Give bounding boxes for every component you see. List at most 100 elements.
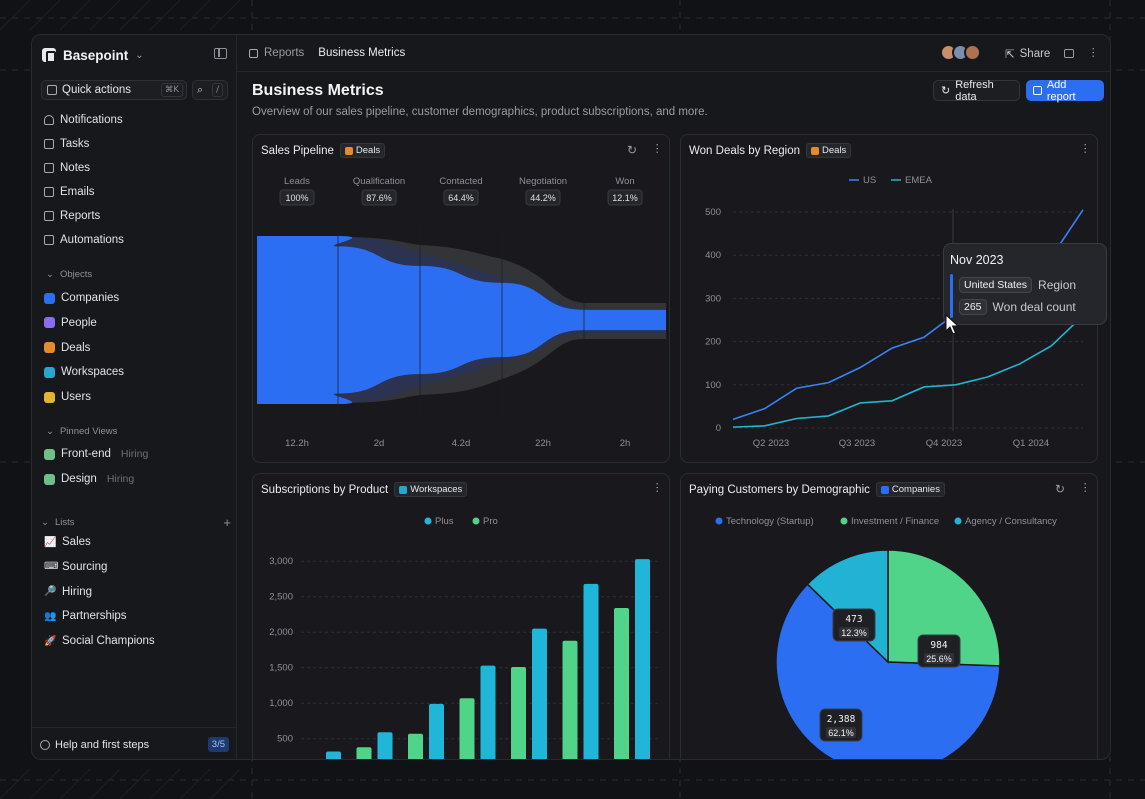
bar-plus[interactable] [480, 665, 496, 760]
slice-percent-label: 12.3% [841, 628, 867, 638]
sidebar-toggle-icon[interactable] [214, 48, 227, 59]
automation-icon [44, 235, 54, 245]
bar-plus[interactable] [429, 703, 444, 760]
pinned-view-hint: Hiring [120, 448, 149, 460]
workspace-name: Basepoint [63, 47, 129, 63]
sidebar-item-label: Tasks [60, 138, 90, 150]
sidebar-item-users[interactable]: Users [44, 388, 91, 406]
refresh-data-button[interactable]: ↻ Refresh data [933, 78, 1020, 103]
sidebar-item-label: Reports [60, 210, 101, 222]
sidebar-item-label: Notes [60, 162, 91, 174]
bar-pro[interactable] [305, 759, 320, 760]
share-icon: ⇱ [1005, 49, 1015, 61]
stage-label: Won [615, 176, 634, 187]
people-icon [44, 317, 55, 329]
sidebar-item-companies[interactable]: Companies [44, 289, 119, 307]
shortcut-badge: ⌘K [160, 83, 183, 97]
breadcrumb-reports[interactable]: Reports [264, 47, 304, 59]
sidebar-item-notes[interactable]: Notes [44, 159, 90, 177]
x-tick-label: Q3 2023 [839, 438, 875, 449]
add-report-button[interactable]: Add report [1026, 79, 1104, 103]
objects-section-header[interactable]: ⌄ Objects [46, 269, 92, 280]
collaborator-avatars[interactable] [940, 44, 981, 61]
list-item-sourcing[interactable]: ⌨ Sourcing [44, 558, 107, 576]
pinned-view-front-end[interactable]: Front-end Hiring [44, 445, 148, 463]
section-title: Pinned Views [59, 426, 118, 437]
list-item-label: Hiring [62, 585, 93, 598]
stage-percent: 12.1% [612, 193, 638, 203]
quick-actions-button[interactable]: Quick actions ⌘K [41, 80, 187, 100]
sidebar-item-workspaces[interactable]: Workspaces [44, 363, 124, 381]
person-icon [44, 473, 55, 485]
reports-icon [249, 48, 258, 58]
sidebar-item-tasks[interactable]: Tasks [44, 135, 89, 153]
stage-percent: 64.4% [448, 193, 474, 203]
bar-plus[interactable] [583, 583, 599, 760]
chevron-down-icon: ⌄ [41, 517, 49, 528]
sidebar-item-emails[interactable]: Emails [44, 183, 95, 201]
y-tick-label: 3,000 [269, 556, 293, 567]
bar-plus[interactable] [635, 559, 650, 760]
refresh-label: Refresh data [955, 78, 994, 103]
legend-swatch [954, 517, 962, 525]
bar-plus[interactable] [326, 751, 341, 760]
bell-icon [44, 115, 54, 125]
bar-pro[interactable] [511, 666, 526, 760]
breadcrumb-current: Business Metrics [318, 47, 406, 59]
list-item-social-champions[interactable]: 🚀 Social Champions [44, 632, 155, 650]
sidebar-item-reports[interactable]: Reports [44, 207, 100, 225]
tooltip-value: United States [959, 277, 1033, 293]
pinned-view-label: Design [61, 473, 97, 485]
list-item-sales[interactable]: 📈 Sales [44, 533, 91, 551]
sidebar-item-deals[interactable]: Deals [44, 339, 90, 357]
deals-icon [44, 342, 55, 354]
list-item-label: Partnerships [62, 610, 127, 623]
sidebar-item-label: Deals [61, 341, 91, 354]
sales-pipeline-chart: Leads 100% 12.2h Qualification 87.6% 2d Contac… [257, 176, 666, 449]
comments-icon[interactable] [1064, 49, 1074, 58]
page-subtitle: Overview of our sales pipeline, customer… [252, 106, 708, 118]
more-options-icon[interactable]: ⋯ [1087, 47, 1100, 57]
sidebar-item-label: People [61, 316, 97, 329]
sidebar-item-people[interactable]: People [44, 314, 97, 332]
list-item-hiring[interactable]: 🔎 Hiring [44, 583, 92, 601]
bar-pro[interactable] [408, 733, 423, 760]
legend-label: Plus [435, 516, 454, 527]
bar-pro[interactable] [562, 640, 578, 760]
list-item-partnerships[interactable]: 👥 Partnerships [44, 607, 127, 625]
bar-pro[interactable] [614, 608, 629, 760]
slice-value-label: 2,388 [827, 714, 856, 725]
bar-plus[interactable] [377, 732, 393, 760]
legend-label: Investment / Finance [851, 516, 939, 527]
y-tick-label: 100 [705, 380, 721, 391]
y-tick-label: 200 [705, 337, 721, 348]
stage-duration-label: 2h [620, 438, 631, 449]
bar-pro[interactable] [459, 698, 475, 760]
bar-plus[interactable] [532, 628, 547, 760]
pinned-view-design[interactable]: Design Hiring [44, 470, 134, 488]
pinned-section-header[interactable]: ⌄ Pinned Views [46, 426, 117, 437]
lists-section-header[interactable]: ⌄ Lists + [41, 515, 231, 530]
companies-icon [44, 292, 55, 304]
chevron-down-icon: ⌄ [135, 49, 144, 61]
legend-label: EMEA [905, 175, 933, 186]
y-tick-label: 2,500 [269, 592, 293, 603]
tooltip-series-marker [950, 274, 953, 318]
workspace-switcher[interactable]: Basepoint ⌄ [42, 45, 144, 65]
quick-actions-label: Quick actions [62, 84, 132, 96]
sidebar-item-automations[interactable]: Automations [44, 231, 124, 249]
mail-icon [44, 187, 54, 197]
help-button[interactable]: Help and first steps 3/5 [32, 727, 237, 759]
search-button[interactable]: ⌕ / [192, 80, 228, 100]
add-list-icon[interactable]: + [223, 515, 231, 530]
bar-pro[interactable] [356, 747, 372, 760]
tooltip-label: Region [1038, 278, 1077, 292]
top-bar: Reports Business Metrics ⇱ Share ⋯ [237, 35, 1110, 72]
sidebar-item-notifications[interactable]: Notifications [44, 111, 123, 129]
reports-icon [44, 211, 54, 221]
help-label: Help and first steps [55, 738, 150, 751]
subscriptions-card: Subscriptions by Product Workspaces ⋯ 50… [252, 473, 670, 760]
series-line-emea[interactable] [732, 315, 1084, 428]
share-button[interactable]: ⇱ Share [1005, 47, 1050, 61]
workspaces-icon [44, 366, 55, 378]
